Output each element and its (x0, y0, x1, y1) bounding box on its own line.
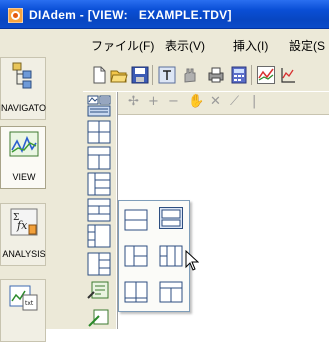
axis-icon[interactable] (279, 66, 297, 84)
nav-button-analysis[interactable]: Σ fx ANALYSIS (0, 203, 46, 266)
layout-three-row-icon[interactable] (86, 172, 112, 196)
layout-chart-list-icon[interactable] (86, 94, 112, 118)
nav-label-view: VIEW (12, 172, 36, 182)
layout-column-icon[interactable] (86, 198, 112, 222)
window-title: DIAdem - [VIEW: EXAMPLE.TDV] (29, 8, 232, 22)
menu-view[interactable]: 表示(V) (165, 37, 205, 54)
nav-button-navigator[interactable]: NAVIGATOR (0, 57, 53, 120)
layout-split-top-icon[interactable] (86, 146, 112, 170)
ws-tool-cursor[interactable]: ⟋ (230, 94, 239, 109)
layout-grid-2x2-icon[interactable] (86, 120, 112, 144)
ws-tool-zoom-in[interactable]: + (148, 94, 159, 109)
ws-tool-pan[interactable]: ✋ (188, 94, 204, 109)
layout-popup-menu (118, 200, 190, 312)
formula-fx-icon: Σ fx (10, 208, 38, 236)
nav-label-navigator: NAVIGATOR (1, 103, 53, 113)
navigator-icon (12, 62, 32, 89)
nav-button-report[interactable]: txt (0, 279, 46, 342)
navigator-panel: NAVIGATOR VIEW Σ fx ANALYSIS txt (0, 57, 53, 342)
split-left-two-right-layout[interactable] (124, 245, 148, 267)
hand-tool-icon[interactable] (180, 66, 198, 84)
report-chart-icon: txt (9, 285, 38, 311)
diadem-app-icon[interactable] (8, 8, 23, 23)
title-bar: DIAdem - [VIEW: EXAMPLE.TDV] (0, 0, 329, 29)
nav-label-analysis: ANALYSIS (2, 249, 46, 259)
ws-tool-move[interactable]: ✢ (128, 94, 139, 109)
svg-text:txt: txt (25, 300, 34, 307)
layout-edit-icon[interactable] (86, 278, 112, 302)
open-folder-icon[interactable] (110, 66, 128, 84)
two-column-wide-layout[interactable] (124, 281, 148, 303)
calculator-icon[interactable] (230, 66, 248, 84)
menu-file[interactable]: ファイル(F) (91, 37, 154, 54)
svg-text:fx: fx (16, 219, 28, 232)
menu-insert[interactable]: 挿入(I) (233, 37, 268, 54)
layout-toolbar (83, 92, 116, 329)
layout-list-icon[interactable] (86, 224, 112, 248)
top-bar-layout[interactable] (159, 281, 183, 303)
three-column-layout[interactable] (159, 245, 183, 267)
ws-tool-separator: | (252, 94, 257, 109)
view-chart-icon (9, 131, 39, 157)
toolbar-separator (251, 65, 252, 85)
line-chart-icon[interactable] (257, 66, 275, 84)
layout-pen-icon[interactable] (86, 304, 112, 328)
toolbar-separator (152, 65, 153, 85)
split-large-top-layout[interactable] (159, 207, 183, 229)
ws-tool-zoom-out[interactable]: − (168, 94, 179, 109)
ws-tool-delete[interactable]: ✕ (210, 94, 221, 109)
layout-split-left-icon[interactable] (86, 252, 112, 276)
main-toolbar (0, 57, 329, 91)
menu-settings[interactable]: 設定(S (289, 37, 325, 54)
nav-button-view[interactable]: VIEW (0, 126, 46, 189)
save-icon[interactable] (131, 66, 149, 84)
new-document-icon[interactable] (90, 66, 108, 84)
text-frame-icon[interactable] (158, 66, 176, 84)
split-horizontal-layout[interactable] (124, 209, 148, 231)
workspace-toolbar: ✢ + − ✋ ✕ ⟋ | (118, 92, 329, 115)
mouse-pointer-icon (185, 250, 199, 271)
print-icon[interactable] (207, 66, 225, 84)
menu-bar: ファイル(F) 表示(V) 挿入(I) 設定(S (0, 29, 329, 57)
panel-gutter: ? (46, 91, 105, 329)
